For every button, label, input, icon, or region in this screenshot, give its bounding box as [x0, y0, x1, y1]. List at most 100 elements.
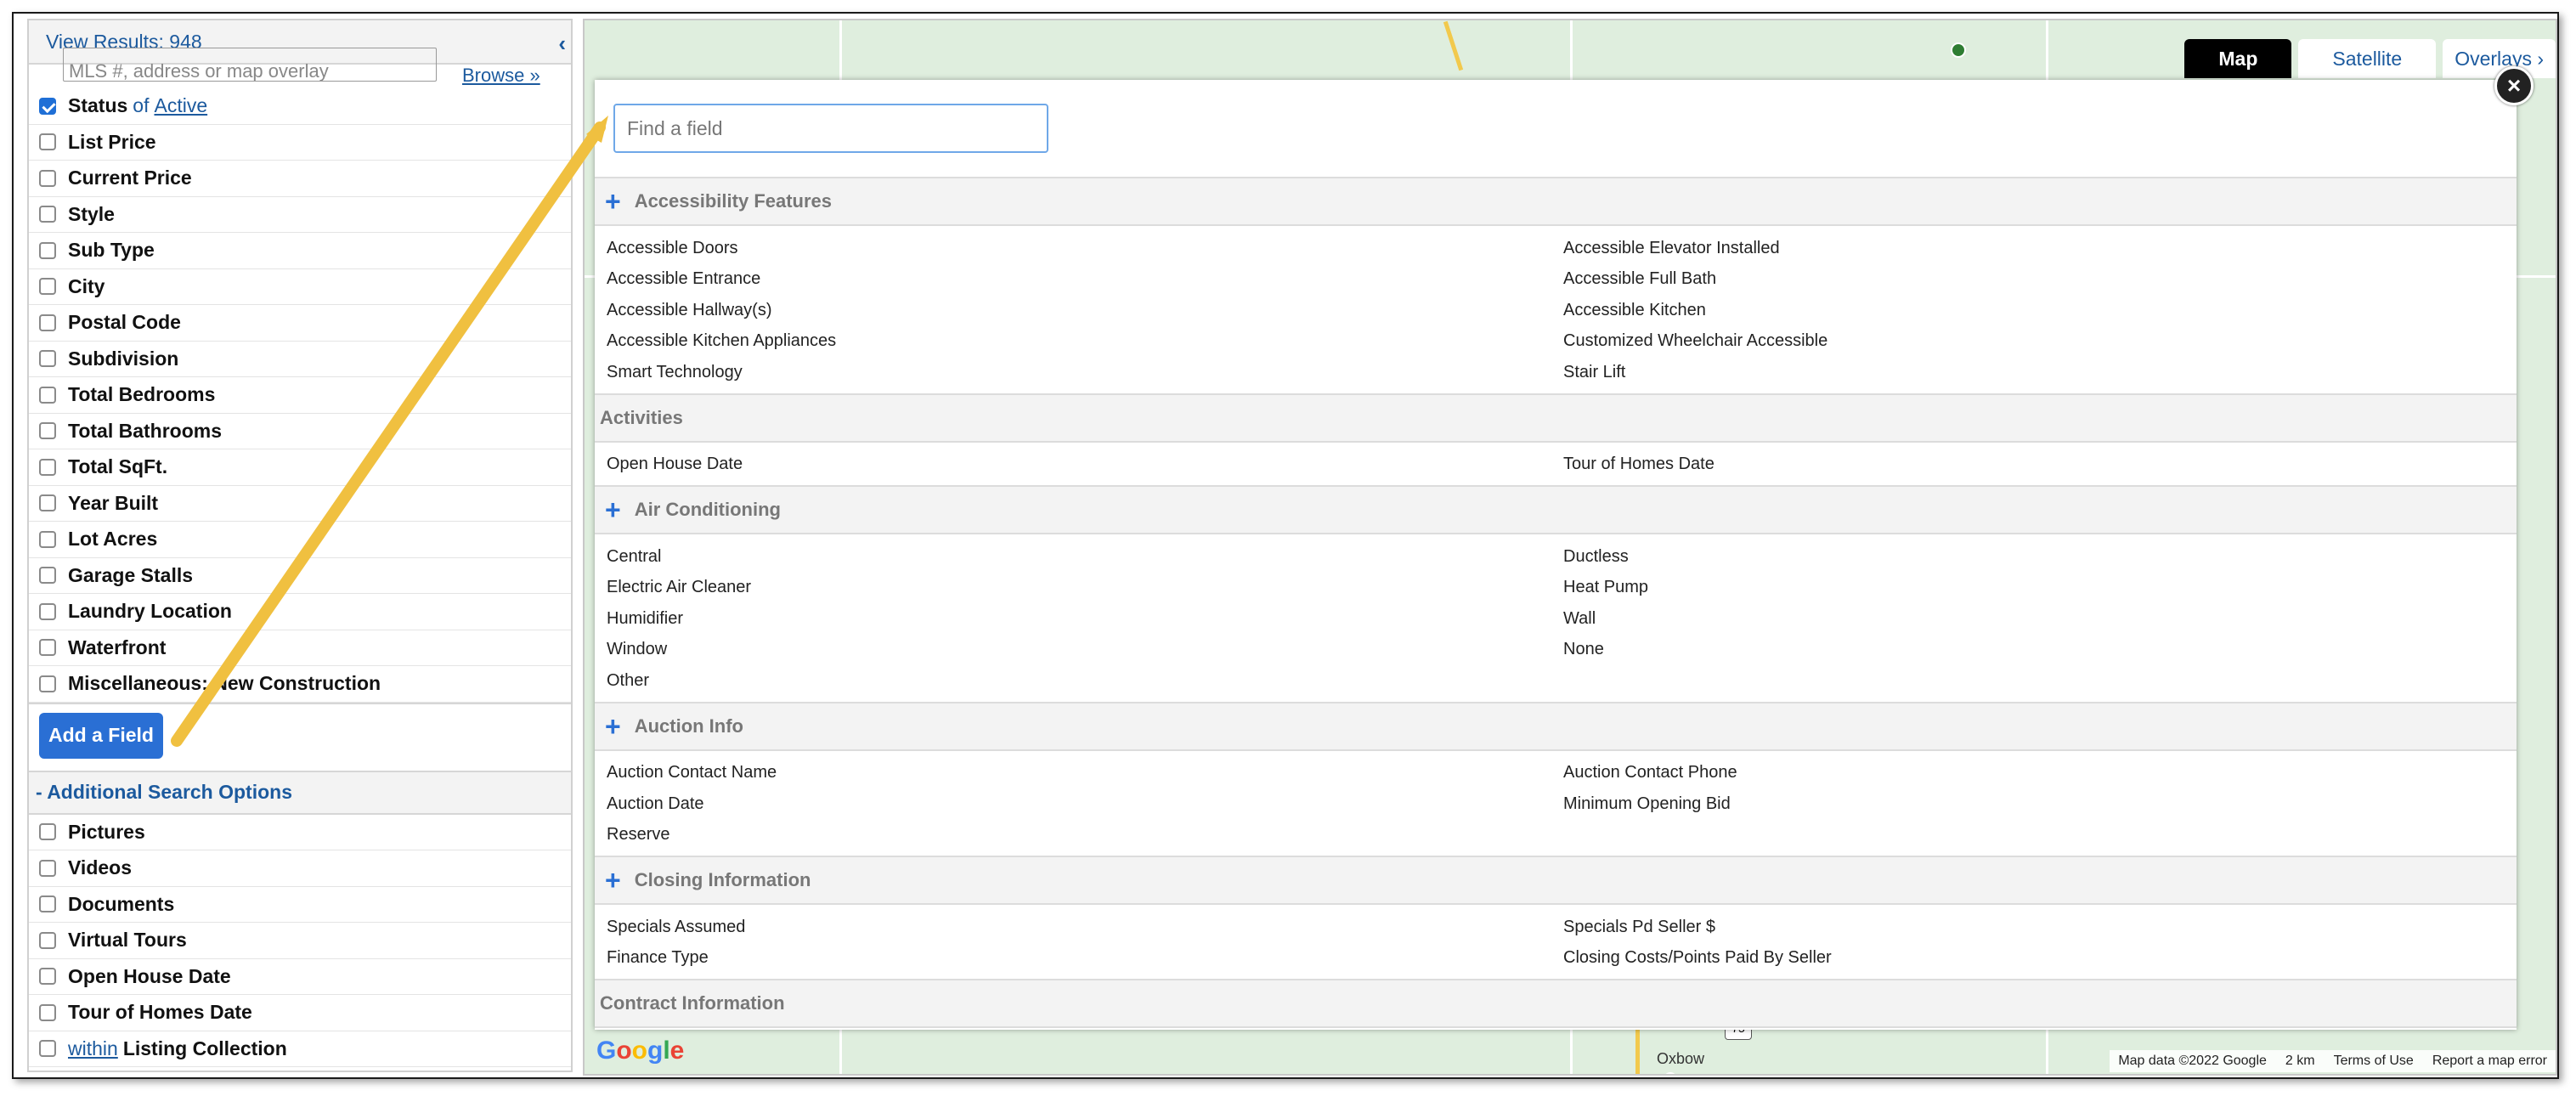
laundry-location-checkbox[interactable] — [39, 602, 56, 620]
documents-checkbox[interactable] — [39, 895, 56, 913]
plus-icon[interactable]: + — [605, 867, 621, 894]
field-option[interactable]: Accessible Elevator Installed — [1563, 233, 2517, 264]
field-option[interactable]: Stair Lift — [1563, 357, 2517, 388]
plus-icon[interactable]: + — [605, 188, 621, 215]
field-row-status[interactable]: Status of Active — [29, 88, 571, 125]
sub-type-checkbox[interactable] — [39, 241, 56, 259]
collapse-panel-icon[interactable]: ‹ — [558, 31, 566, 57]
total-bedrooms-checkbox[interactable] — [39, 386, 56, 404]
status-checkbox[interactable] — [39, 97, 56, 115]
category-header-closing-information[interactable]: + Closing Information — [595, 856, 2517, 905]
miscellaneous-new-construction-checkbox[interactable] — [39, 675, 56, 692]
virtual-tours-checkbox[interactable] — [39, 931, 56, 949]
field-row-miscellaneous-new-construction[interactable]: Miscellaneous: New Construction — [29, 666, 571, 703]
field-row-current-price[interactable]: Current Price — [29, 161, 571, 197]
field-row-laundry-location[interactable]: Laundry Location — [29, 594, 571, 630]
terms-link[interactable]: Terms of Use — [2334, 1054, 2414, 1069]
field-option[interactable]: Heat Pump — [1563, 573, 2517, 604]
total-sqft-checkbox[interactable] — [39, 458, 56, 476]
plus-icon[interactable]: + — [605, 496, 621, 523]
field-option[interactable]: Window — [607, 635, 1563, 666]
browse-link[interactable]: Browse » — [462, 65, 540, 87]
field-row-lot-acres[interactable]: Lot Acres — [29, 522, 571, 558]
field-row-listing-collection[interactable]: within Listing Collection — [29, 1031, 571, 1067]
pictures-checkbox[interactable] — [39, 823, 56, 841]
report-error-link[interactable]: Report a map error — [2432, 1054, 2547, 1069]
garage-stalls-checkbox[interactable] — [39, 567, 56, 585]
field-row-total-sqft[interactable]: Total SqFt. — [29, 449, 571, 486]
field-row-waterfront[interactable]: Waterfront — [29, 630, 571, 666]
field-row-videos[interactable]: Videos — [29, 850, 571, 887]
field-option[interactable]: Closing Costs/Points Paid By Seller — [1563, 943, 2517, 975]
field-option[interactable]: Specials Pd Seller $ — [1563, 912, 2517, 943]
field-option[interactable]: Electric Air Cleaner — [607, 573, 1563, 604]
field-row-sub-type[interactable]: Sub Type — [29, 233, 571, 269]
field-row-total-bedrooms[interactable]: Total Bedrooms — [29, 377, 571, 414]
field-option[interactable]: Customized Wheelchair Accessible — [1563, 326, 2517, 358]
field-option[interactable]: Accessible Doors — [607, 233, 1563, 264]
tab-satellite[interactable]: Satellite — [2298, 39, 2437, 78]
within-link[interactable]: within — [68, 1037, 118, 1060]
add-field-button[interactable]: Add a Field — [39, 712, 163, 759]
field-option[interactable]: Humidifier — [607, 603, 1563, 635]
field-option[interactable]: Accessible Entrance — [607, 264, 1563, 296]
category-header-auction-info[interactable]: + Auction Info — [595, 701, 2517, 751]
field-option[interactable]: None — [1563, 635, 2517, 666]
field-row-postal-code[interactable]: Postal Code — [29, 305, 571, 342]
field-option[interactable]: Central — [607, 541, 1563, 573]
field-row-list-price[interactable]: List Price — [29, 125, 571, 161]
field-row-tour-of-homes-date[interactable]: Tour of Homes Date — [29, 995, 571, 1031]
lot-acres-checkbox[interactable] — [39, 530, 56, 548]
field-option[interactable]: Other — [607, 665, 1563, 697]
field-row-style[interactable]: Style — [29, 197, 571, 233]
waterfront-checkbox[interactable] — [39, 639, 56, 657]
close-icon[interactable]: × — [2494, 66, 2534, 105]
videos-checkbox[interactable] — [39, 859, 56, 877]
category-header-air-conditioning[interactable]: + Air Conditioning — [595, 485, 2517, 534]
field-option[interactable]: Minimum Opening Bid — [1563, 788, 2517, 820]
field-option[interactable]: Auction Contact Name — [607, 758, 1563, 789]
field-option[interactable]: Finance Type — [607, 943, 1563, 975]
postal-code-checkbox[interactable] — [39, 314, 56, 331]
style-checkbox[interactable] — [39, 206, 56, 223]
field-row-open-house-date[interactable]: Open House Date — [29, 959, 571, 995]
field-option[interactable]: Ductless — [1563, 541, 2517, 573]
city-checkbox[interactable] — [39, 278, 56, 296]
open-house-date-checkbox[interactable] — [39, 968, 56, 986]
field-option[interactable]: Reserve — [607, 820, 1563, 851]
map-scale[interactable]: 2 km — [2285, 1054, 2315, 1069]
tour-of-homes-date-checkbox[interactable] — [39, 1003, 56, 1021]
field-row-pictures[interactable]: Pictures — [29, 815, 571, 850]
additional-search-options-toggle[interactable]: - Additional Search Options — [29, 771, 571, 815]
field-option[interactable]: Accessible Full Bath — [1563, 264, 2517, 296]
find-field-input[interactable]: Find a field — [613, 104, 1048, 153]
mls-search-input[interactable]: MLS #, address or map overlay — [63, 48, 437, 82]
field-option[interactable]: Specials Assumed — [607, 912, 1563, 943]
list-price-checkbox[interactable] — [39, 133, 56, 151]
field-row-documents[interactable]: Documents — [29, 887, 571, 923]
category-header-accessibility-features[interactable]: + Accessibility Features — [595, 177, 2517, 226]
field-option[interactable]: Auction Date — [607, 788, 1563, 820]
status-value-link[interactable]: Active — [154, 94, 207, 117]
field-row-city[interactable]: City — [29, 269, 571, 305]
field-row-year-built[interactable]: Year Built — [29, 486, 571, 522]
field-row-virtual-tours[interactable]: Virtual Tours — [29, 923, 571, 959]
field-row-garage-stalls[interactable]: Garage Stalls — [29, 558, 571, 594]
field-option[interactable]: Open House Date — [607, 449, 1563, 481]
field-row-subdivision[interactable]: Subdivision — [29, 342, 571, 377]
total-bathrooms-checkbox[interactable] — [39, 422, 56, 440]
year-built-checkbox[interactable] — [39, 494, 56, 512]
field-option[interactable]: Tour of Homes Date — [1563, 449, 2517, 481]
field-option[interactable]: Auction Contact Phone — [1563, 758, 2517, 789]
field-row-total-bathrooms[interactable]: Total Bathrooms — [29, 414, 571, 449]
listing-collection-checkbox[interactable] — [39, 1040, 56, 1058]
field-option[interactable]: Accessible Kitchen Appliances — [607, 326, 1563, 358]
plus-icon[interactable]: + — [605, 713, 621, 740]
field-option[interactable]: Accessible Kitchen — [1563, 295, 2517, 326]
field-option[interactable]: Smart Technology — [607, 357, 1563, 388]
subdivision-checkbox[interactable] — [39, 350, 56, 368]
tab-map[interactable]: Map — [2184, 39, 2292, 78]
current-price-checkbox[interactable] — [39, 169, 56, 187]
field-option[interactable]: Accessible Hallway(s) — [607, 295, 1563, 326]
field-option[interactable]: Wall — [1563, 603, 2517, 635]
